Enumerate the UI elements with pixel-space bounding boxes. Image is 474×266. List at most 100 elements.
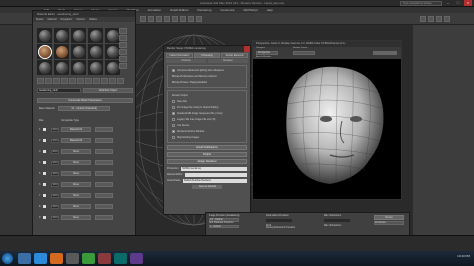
base-material-button[interactable]: 01 - Default (Standard) (58, 106, 111, 111)
menu-maxscript[interactable]: MAXScript (244, 8, 258, 12)
undo-icon[interactable] (140, 16, 146, 22)
unlink-icon[interactable] (164, 16, 170, 22)
render-button[interactable] (373, 51, 397, 55)
menu-rendering[interactable]: Rendering (198, 8, 212, 12)
legacy-ifl-radio[interactable] (172, 118, 175, 121)
sample-uv-icon[interactable] (119, 49, 127, 55)
production-dropdown[interactable]: Production (374, 221, 404, 225)
row-material-button[interactable]: Material #1 (61, 127, 91, 132)
email-notifications-rollout[interactable]: Email Notifications (167, 145, 247, 150)
tab-indirect-illumination[interactable]: Indirect Illumination (166, 53, 193, 58)
start-button[interactable] (2, 253, 13, 264)
sample-slot[interactable] (105, 44, 120, 59)
render-button-bottom[interactable]: Render (374, 215, 404, 220)
sample-slot[interactable] (54, 28, 69, 43)
sample-slot[interactable] (88, 28, 103, 43)
minimize-button[interactable]: – (444, 0, 452, 6)
app-taskbar-icon[interactable] (66, 253, 79, 264)
render-preset-dropdown[interactable] (293, 51, 315, 55)
row-enable-checkbox[interactable] (43, 139, 46, 142)
row-amount-spinner[interactable]: 100.0 (51, 215, 59, 220)
material-id-icon[interactable] (93, 78, 100, 84)
me-menu-modes[interactable]: Modes (36, 18, 44, 21)
me-menu-options[interactable]: Options (76, 18, 85, 21)
tab-common[interactable]: Common (166, 59, 206, 63)
menu-animation[interactable]: Animation (148, 8, 161, 12)
put-to-scene-icon[interactable] (45, 78, 52, 84)
ie-taskbar-icon[interactable] (34, 253, 47, 264)
photoshop-taskbar-icon[interactable] (130, 253, 143, 264)
menu-graph-editors[interactable]: Graph Editors (170, 8, 189, 12)
make-preview-icon[interactable] (119, 63, 127, 69)
sample-slot[interactable] (71, 60, 86, 75)
render-teapot-icon[interactable] (444, 16, 450, 22)
move-icon[interactable] (180, 16, 186, 22)
select-icon[interactable] (172, 16, 178, 22)
row-enable-checkbox[interactable] (43, 183, 46, 186)
row-composite-type[interactable] (95, 160, 113, 165)
link-icon[interactable] (156, 16, 162, 22)
row-amount-spinner[interactable]: 100.0 (51, 127, 59, 132)
video-color-icon[interactable] (119, 56, 127, 62)
go-to-parent-icon[interactable] (117, 78, 124, 84)
row-composite-type[interactable] (95, 149, 113, 154)
max-reflections-slider[interactable] (324, 219, 350, 222)
media-taskbar-icon[interactable] (50, 253, 63, 264)
sample-slot[interactable] (37, 44, 52, 59)
assign-material-icon[interactable] (53, 78, 60, 84)
row-material-button[interactable]: None (61, 149, 91, 154)
reset-material-icon[interactable] (61, 78, 68, 84)
explorer-taskbar-icon[interactable] (18, 253, 31, 264)
rotate-icon[interactable] (188, 16, 194, 22)
row-amount-spinner[interactable]: 100.0 (51, 160, 59, 165)
row-composite-type[interactable] (95, 193, 113, 198)
row-material-button[interactable]: None (61, 215, 91, 220)
scale-icon[interactable] (196, 16, 202, 22)
redo-icon[interactable] (148, 16, 154, 22)
row-composite-type[interactable] (95, 171, 113, 176)
pdf-taskbar-icon[interactable] (98, 253, 111, 264)
sample-slot[interactable] (54, 60, 69, 75)
me-menu-material[interactable]: Material (48, 18, 57, 21)
render-setup-icon[interactable] (428, 16, 434, 22)
row-material-button[interactable]: None (61, 171, 91, 176)
me-menu-utilities[interactable]: Utilities (89, 18, 97, 21)
material-name-field[interactable]: weathering_skull (37, 87, 81, 93)
row-amount-spinner[interactable]: 100.0 (51, 138, 59, 143)
show-map-icon[interactable] (101, 78, 108, 84)
row-composite-type[interactable] (95, 215, 113, 220)
maximize-button[interactable]: □ (454, 0, 462, 6)
row-enable-checkbox[interactable] (43, 172, 46, 175)
sample-slot[interactable] (88, 60, 103, 75)
autodesk-me-radio[interactable] (172, 112, 175, 115)
sample-slot[interactable] (105, 60, 120, 75)
row-enable-checkbox[interactable] (43, 161, 46, 164)
row-enable-checkbox[interactable] (43, 194, 46, 197)
row-composite-type[interactable] (95, 138, 113, 143)
final-gather-slider[interactable] (266, 219, 292, 222)
row-enable-checkbox[interactable] (43, 205, 46, 208)
soft-shadows-dropdown[interactable]: 1 - Default (209, 224, 239, 228)
tab-processing[interactable]: Processing (193, 53, 221, 58)
row-enable-checkbox[interactable] (43, 150, 46, 153)
composite-params-rollout[interactable]: Composite Basic Parameters (37, 98, 133, 103)
menu-help[interactable]: Help (267, 8, 273, 12)
material-editor-icon[interactable] (420, 16, 426, 22)
tab-renderer[interactable]: Renderer (208, 59, 248, 63)
row-amount-spinner[interactable]: 100.0 (51, 182, 59, 187)
chrome-taskbar-icon[interactable] (82, 253, 95, 264)
sample-slot[interactable] (71, 44, 86, 59)
row-composite-type[interactable] (95, 127, 113, 132)
material-editor-renderer-field[interactable] (185, 172, 247, 177)
show-end-result-icon[interactable] (109, 78, 116, 84)
assign-renderer-rollout[interactable]: Assign Renderer (167, 159, 247, 164)
row-material-button[interactable]: None (61, 182, 91, 187)
activeshade-renderer-field[interactable]: Default Scanline Renderer (183, 178, 247, 183)
sample-slot[interactable] (71, 28, 86, 43)
sample-type-icon[interactable] (119, 28, 127, 34)
rendered-frame-checkbox[interactable] (172, 130, 175, 133)
row-material-button[interactable]: None (61, 204, 91, 209)
row-amount-spinner[interactable]: 100.0 (51, 204, 59, 209)
render-frame-icon[interactable] (436, 16, 442, 22)
advanced-lighting-checkbox[interactable] (172, 69, 175, 72)
